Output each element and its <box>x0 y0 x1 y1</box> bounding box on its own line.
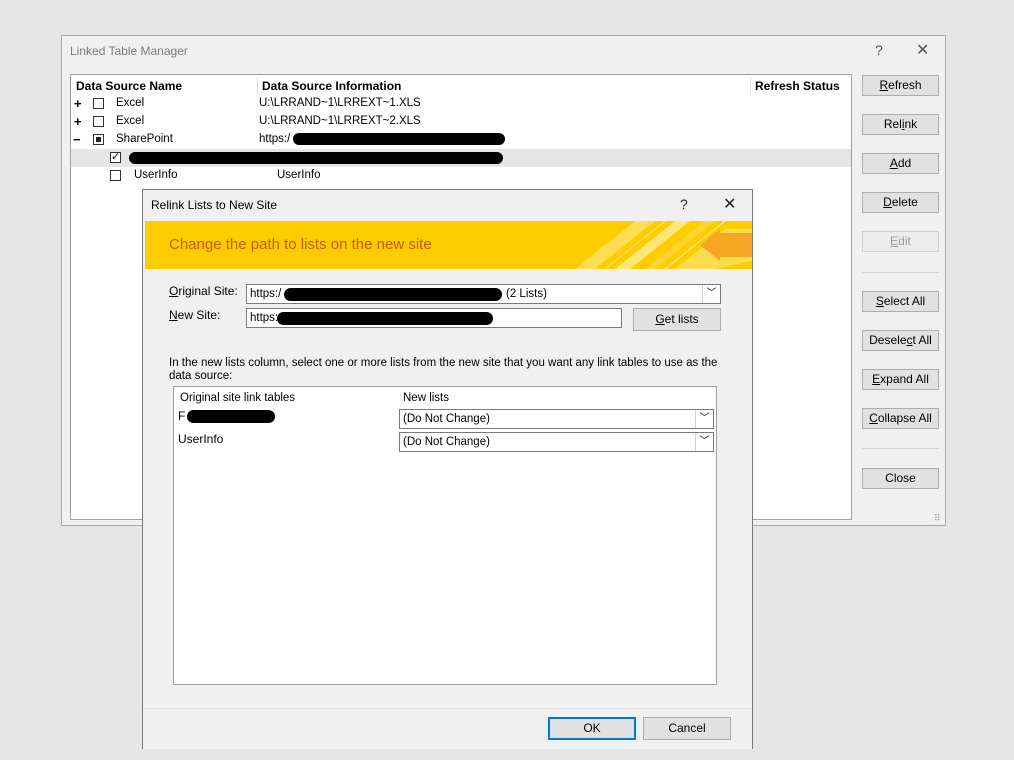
column-divider[interactable] <box>257 77 258 95</box>
row-checkbox[interactable] <box>110 150 121 163</box>
data-source-info: U:\LRRAND~1\LRREXT~2.XLS <box>259 115 421 127</box>
redaction-mark <box>284 288 502 301</box>
column-divider[interactable] <box>750 77 751 95</box>
edit-button[interactable]: Edit <box>862 231 939 252</box>
delete-button[interactable]: Delete <box>862 192 939 213</box>
data-source-name: UserInfo <box>134 169 178 181</box>
row-checkbox[interactable] <box>93 134 104 145</box>
expand-icon[interactable]: + <box>74 114 82 129</box>
original-site-label: Original Site: <box>169 284 238 298</box>
divider <box>862 272 939 273</box>
resize-grip-icon[interactable]: ⠿ <box>934 513 941 524</box>
row-checkbox[interactable] <box>110 170 121 181</box>
instructions-text: In the new lists column, select one or m… <box>169 357 718 382</box>
new-site-label: New Site: <box>169 308 221 322</box>
refresh-button[interactable]: Refresh <box>862 75 939 96</box>
data-source-info: U:\LRRAND~1\LRREXT~1.XLS <box>259 97 421 109</box>
original-site-value: https:/ <box>250 288 282 300</box>
column-header-data-source-name[interactable]: Data Source Name <box>76 79 182 93</box>
chevron-down-icon[interactable]: ﹀ <box>695 410 713 428</box>
get-lists-button[interactable]: Get lists <box>633 308 721 331</box>
collapse-icon[interactable]: − <box>73 132 81 147</box>
expand-all-button[interactable]: Expand All <box>862 369 939 390</box>
dialog-footer: OK Cancel <box>143 708 752 749</box>
banner-heading: Change the path to lists on the new site <box>169 236 432 253</box>
dialog-title: Relink Lists to New Site <box>151 198 278 212</box>
redaction-mark <box>129 152 503 164</box>
add-button[interactable]: Add <box>862 153 939 174</box>
divider <box>862 448 939 449</box>
column-header-original-site-link-tables: Original site link tables <box>180 392 296 404</box>
banner: Change the path to lists on the new site <box>145 221 752 269</box>
mapping-row-original: UserInfo <box>178 432 224 446</box>
new-site-input[interactable]: https: <box>246 308 622 328</box>
mapping-row-original: F ion <box>178 409 378 429</box>
data-source-name: Excel <box>116 97 145 109</box>
data-source-info: https:/ <box>259 133 291 145</box>
close-icon[interactable]: ✕ <box>916 40 929 60</box>
table-row[interactable]: − SharePoint https:/ <box>71 131 851 149</box>
ok-button[interactable]: OK <box>548 717 636 740</box>
collapse-all-button[interactable]: Collapse All <box>862 408 939 429</box>
original-site-list-count: (2 Lists) <box>506 288 547 300</box>
data-source-info: UserInfo <box>277 169 321 181</box>
help-icon[interactable]: ? <box>680 196 688 212</box>
row-checkbox[interactable] <box>93 98 104 109</box>
original-site-dropdown[interactable]: https:/ (2 Lists) ﹀ <box>246 284 721 304</box>
new-site-value: https: <box>250 312 279 324</box>
column-header-refresh-status[interactable]: Refresh Status <box>755 79 840 93</box>
list-mapping-table[interactable]: Original site link tables New lists F io… <box>173 386 717 685</box>
expand-icon[interactable]: + <box>74 96 82 111</box>
redaction-mark <box>187 410 275 423</box>
data-source-name: SharePoint <box>116 133 173 145</box>
chevron-down-icon[interactable]: ﹀ <box>702 285 720 303</box>
cancel-button[interactable]: Cancel <box>643 717 731 740</box>
new-list-dropdown[interactable]: (Do Not Change) ﹀ <box>399 432 714 452</box>
chevron-down-icon[interactable]: ﹀ <box>695 433 713 451</box>
table-row[interactable]: + Excel U:\LRRAND~1\LRREXT~2.XLS <box>71 113 851 131</box>
select-all-button[interactable]: Select All <box>862 291 939 312</box>
column-header-data-source-information[interactable]: Data Source Information <box>262 79 401 93</box>
table-row[interactable]: UserInfo UserInfo <box>71 167 851 185</box>
close-icon[interactable]: ✕ <box>723 194 736 214</box>
new-list-dropdown[interactable]: (Do Not Change) ﹀ <box>399 409 714 429</box>
close-button[interactable]: Close <box>862 468 939 489</box>
redaction-mark <box>293 133 505 145</box>
row-checkbox[interactable] <box>93 116 104 127</box>
help-icon[interactable]: ? <box>875 42 883 58</box>
table-row[interactable]: + Excel U:\LRRAND~1\LRREXT~1.XLS <box>71 95 851 113</box>
window-title: Linked Table Manager <box>70 44 188 58</box>
relink-button[interactable]: Relink <box>862 114 939 135</box>
banner-decoration <box>575 221 752 269</box>
redaction-mark <box>277 312 493 325</box>
data-source-name: Excel <box>116 115 145 127</box>
deselect-all-button[interactable]: Deselect All <box>862 330 939 351</box>
column-header-new-lists: New lists <box>403 392 450 404</box>
table-row-selected[interactable] <box>71 149 851 167</box>
relink-dialog: Relink Lists to New Site ? ✕ Change the … <box>142 189 753 749</box>
